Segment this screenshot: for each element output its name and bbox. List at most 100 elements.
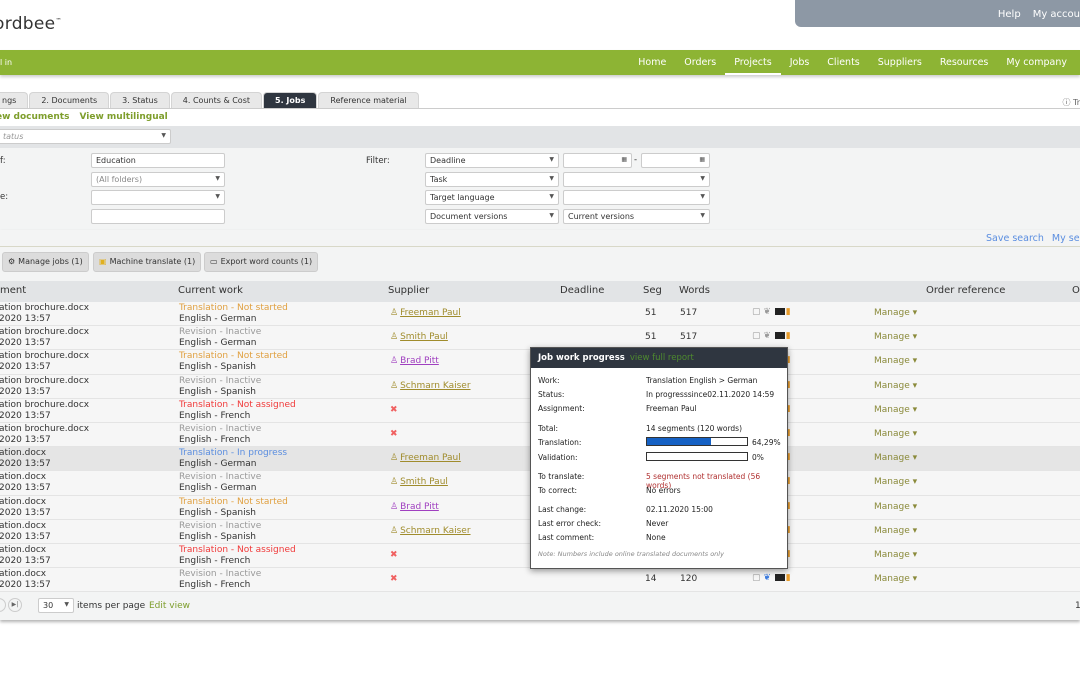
supplier-link[interactable]: Freeman Paul bbox=[400, 308, 461, 318]
unassigned-x-icon[interactable]: ✖ bbox=[390, 574, 398, 584]
manage-menu[interactable]: Manage ▾ bbox=[874, 550, 917, 561]
folder-select[interactable]: (All folders) ▼ bbox=[91, 172, 225, 187]
unassigned-x-icon[interactable]: ✖ bbox=[390, 550, 398, 560]
nav-my-company[interactable]: My company bbox=[997, 50, 1076, 75]
tab-2[interactable]: 3. Status bbox=[110, 92, 170, 108]
status-select[interactable]: tatus ▼ bbox=[0, 129, 171, 144]
per-page-select[interactable]: 30 ▼ bbox=[38, 598, 74, 613]
tab-0[interactable]: ngs bbox=[0, 92, 29, 108]
filter-field-select[interactable]: Target language ▼ bbox=[425, 190, 559, 205]
date-to-input[interactable]: ▦ bbox=[641, 153, 710, 168]
col-document[interactable]: ment bbox=[0, 285, 26, 296]
document-name[interactable]: ation.docx bbox=[0, 472, 51, 483]
comment-icon[interactable]: ▢ bbox=[752, 331, 763, 341]
filter-field-select[interactable]: Task ▼ bbox=[425, 172, 559, 187]
text-input[interactable] bbox=[91, 209, 225, 224]
manage-menu[interactable]: Manage ▾ bbox=[874, 477, 917, 488]
project-input[interactable]: Education bbox=[91, 153, 225, 168]
handshake-icon[interactable]: ❦ bbox=[763, 307, 773, 317]
col-other[interactable]: O bbox=[1072, 285, 1080, 296]
document-name[interactable]: ation brochure.docx bbox=[0, 376, 89, 387]
preview-icon[interactable] bbox=[774, 332, 785, 340]
progress-chart-icon[interactable]: ▮ bbox=[786, 307, 791, 317]
manage-menu[interactable]: Manage ▾ bbox=[874, 429, 917, 440]
filter-value-select[interactable]: ▼ bbox=[563, 172, 710, 187]
preview-icon[interactable] bbox=[774, 574, 785, 582]
manage-menu[interactable]: Manage ▾ bbox=[874, 332, 917, 343]
progress-chart-icon[interactable]: ▮ bbox=[786, 573, 791, 583]
filter-field-select[interactable]: Document versions ▼ bbox=[425, 209, 559, 224]
manage-menu[interactable]: Manage ▾ bbox=[874, 453, 917, 464]
document-name[interactable]: ation.docx bbox=[0, 448, 51, 459]
col-words[interactable]: Words bbox=[679, 285, 710, 296]
preview-icon[interactable] bbox=[774, 308, 785, 315]
nav-clients[interactable]: Clients bbox=[818, 50, 868, 75]
unassigned-x-icon[interactable]: ✖ bbox=[390, 405, 398, 415]
col-deadline[interactable]: Deadline bbox=[560, 285, 604, 296]
nav-orders[interactable]: Orders bbox=[675, 50, 725, 75]
document-name[interactable]: ation brochure.docx bbox=[0, 400, 89, 411]
unassigned-x-icon[interactable]: ✖ bbox=[390, 429, 398, 439]
nav-suppliers[interactable]: Suppliers bbox=[869, 50, 931, 75]
col-order-reference[interactable]: Order reference bbox=[926, 285, 1005, 296]
tab-1[interactable]: 2. Documents bbox=[29, 92, 110, 108]
supplier-link[interactable]: Brad Pitt bbox=[400, 502, 439, 512]
nav-jobs[interactable]: Jobs bbox=[781, 50, 819, 75]
my-searches-link[interactable]: My sea bbox=[1052, 233, 1080, 244]
type-select[interactable]: ▼ bbox=[91, 190, 225, 205]
table-row[interactable]: ation brochure.docx 2020 13:57 Translation… bbox=[0, 302, 1080, 327]
document-name[interactable]: ation brochure.docx bbox=[0, 351, 89, 362]
supplier-link[interactable]: Smith Paul bbox=[400, 477, 448, 487]
filter-value-select[interactable]: ▼ bbox=[563, 190, 710, 205]
tab-3[interactable]: 4. Counts & Cost bbox=[170, 92, 263, 108]
supplier-link[interactable]: Schmarn Kaiser bbox=[400, 381, 470, 391]
nav-projects[interactable]: Projects bbox=[725, 50, 781, 75]
manage-menu[interactable]: Manage ▾ bbox=[874, 381, 917, 392]
manage-menu[interactable]: Manage ▾ bbox=[874, 405, 917, 416]
my-account-link[interactable]: My accou bbox=[1033, 9, 1080, 20]
document-name[interactable]: ation brochure.docx bbox=[0, 424, 89, 435]
view-documents-link[interactable]: ew documents bbox=[0, 112, 69, 122]
document-name[interactable]: ation brochure.docx bbox=[0, 303, 89, 314]
manage-menu[interactable]: Manage ▾ bbox=[874, 356, 917, 367]
col-current-work[interactable]: Current work bbox=[178, 285, 243, 296]
filter-value-select[interactable]: Current versions ▼ bbox=[563, 209, 710, 224]
machine-button[interactable]: ▣ Machine translate (1) bbox=[93, 252, 202, 272]
manage-button[interactable]: ⚙ Manage jobs (1) bbox=[2, 252, 89, 272]
table-row[interactable]: ation.docx 2020 13:57 Revision - Inactive E… bbox=[0, 568, 1080, 593]
document-name[interactable]: ation.docx bbox=[0, 545, 51, 556]
col-seg[interactable]: Seg bbox=[643, 285, 662, 296]
filter-field-select[interactable]: Deadline ▼ bbox=[425, 153, 559, 168]
handshake-icon[interactable]: ❦ bbox=[763, 573, 773, 583]
date-from-input[interactable]: ▦ bbox=[563, 153, 632, 168]
help-link[interactable]: Help bbox=[998, 9, 1021, 20]
document-name[interactable]: ation brochure.docx bbox=[0, 327, 89, 338]
view-full-report-link[interactable]: view full report bbox=[630, 353, 694, 363]
save-search-link[interactable]: Save search bbox=[986, 233, 1044, 244]
tab-4[interactable]: 5. Jobs bbox=[263, 92, 318, 108]
comment-icon[interactable]: ▢ bbox=[752, 307, 763, 317]
view-multilingual-link[interactable]: View multilingual bbox=[79, 112, 167, 122]
supplier-link[interactable]: Schmarn Kaiser bbox=[400, 526, 470, 536]
handshake-icon[interactable]: ❦ bbox=[763, 331, 773, 341]
manage-menu[interactable]: Manage ▾ bbox=[874, 574, 917, 585]
nav-home[interactable]: Home bbox=[629, 50, 675, 75]
info-link[interactable]: ⓘ Tr bbox=[1062, 97, 1080, 108]
manage-menu[interactable]: Manage ▾ bbox=[874, 308, 917, 319]
manage-menu[interactable]: Manage ▾ bbox=[874, 526, 917, 537]
col-supplier[interactable]: Supplier bbox=[388, 285, 429, 296]
edit-view-link[interactable]: Edit view bbox=[149, 601, 190, 611]
nav-resources[interactable]: Resources bbox=[931, 50, 998, 75]
comment-icon[interactable]: ▢ bbox=[752, 573, 763, 583]
progress-chart-icon[interactable]: ▮ bbox=[786, 331, 791, 341]
export-button[interactable]: ▭ Export word counts (1) bbox=[204, 252, 319, 272]
supplier-link[interactable]: Smith Paul bbox=[400, 332, 448, 342]
document-name[interactable]: ation.docx bbox=[0, 497, 51, 508]
tab-5[interactable]: Reference material bbox=[318, 92, 419, 108]
document-name[interactable]: ation.docx bbox=[0, 569, 51, 580]
last-page-button[interactable]: ▶| bbox=[8, 598, 22, 612]
manage-menu[interactable]: Manage ▾ bbox=[874, 502, 917, 513]
supplier-link[interactable]: Brad Pitt bbox=[400, 356, 439, 366]
supplier-link[interactable]: Freeman Paul bbox=[400, 453, 461, 463]
document-name[interactable]: ation.docx bbox=[0, 521, 51, 532]
